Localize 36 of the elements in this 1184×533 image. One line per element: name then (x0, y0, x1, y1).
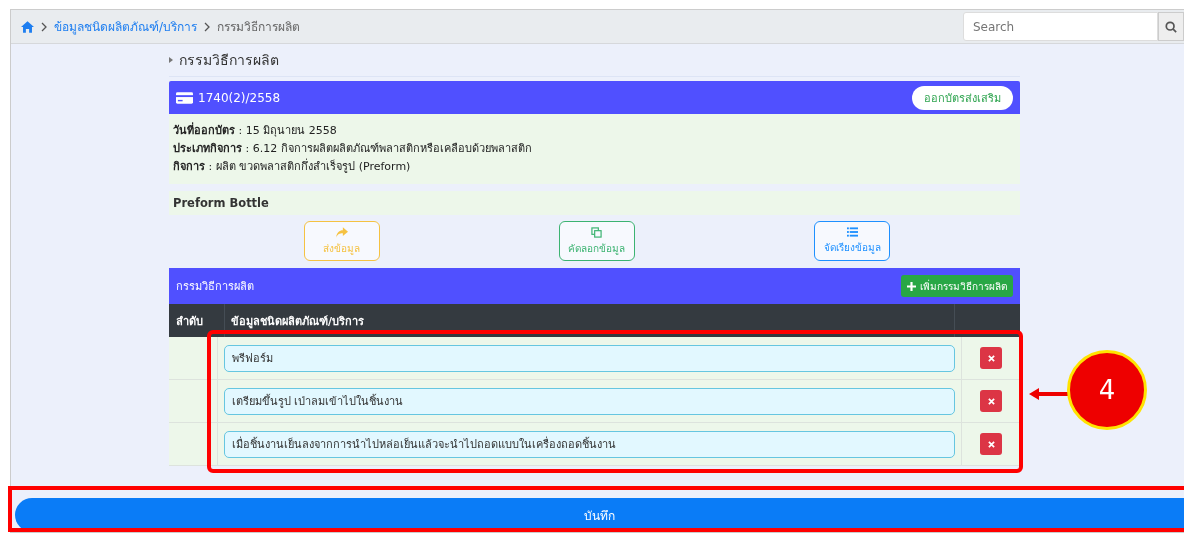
callout-arrow (1029, 388, 1069, 400)
chevron-icon (204, 21, 211, 32)
home-icon[interactable] (21, 20, 34, 33)
share-icon (335, 226, 348, 238)
product-name: Preform Bottle (169, 191, 1020, 215)
detail-line: วันที่ออกบัตร : 15 มิถุนายน 2558 (173, 122, 338, 139)
process-field[interactable]: พรีฟอร์ม (224, 344, 955, 372)
add-button[interactable]: เพิ่มกรรมวิธีการผลิต (901, 275, 1013, 297)
close-icon (987, 354, 995, 362)
detail-line: ประเภทกิจการ : 6.12 กิจการผลิตผลิตภัณฑ์พลาสติกหรือเคลือบด้วยพลาสติก (173, 141, 533, 157)
breadcrumb-current: กรรมวิธีการผลิต (217, 19, 301, 36)
close-icon (987, 397, 995, 405)
action-button[interactable]: จัดเรียงข้อมูล (814, 221, 891, 261)
card-number: 1740(2)/2558 (198, 90, 281, 105)
caret-icon (169, 57, 173, 63)
delete-button[interactable] (980, 347, 1002, 369)
card-icon (176, 91, 193, 104)
copy-icon (591, 226, 603, 238)
issue-card-button[interactable]: ออกบัตรส่งเสริม (912, 85, 1013, 110)
chevron-icon (41, 21, 47, 32)
plus-icon (907, 281, 916, 291)
process-field[interactable]: เตรียมขึ้นรูป เป่าลมเข้าไปในชิ้นงาน (224, 387, 955, 415)
process-field[interactable]: เมื่อชิ้นงานเย็นลงจากการนำไปหล่อเย็นแล้วจะนำไปถอดแบบในเครื่องถอดชิ้นงาน (224, 430, 955, 458)
list-icon (846, 227, 858, 237)
delete-button[interactable] (980, 390, 1002, 412)
section-title: กรรมวิธีการผลิต (179, 51, 279, 70)
table-title: กรรมวิธีการผลิต (176, 279, 254, 295)
breadcrumb-link[interactable]: ข้อมูลชนิดผลิตภัณฑ์/บริการ (54, 17, 198, 36)
action-button[interactable]: คัดลอกข้อมูล (559, 221, 635, 261)
search-field[interactable]: Search (963, 12, 1158, 41)
search-button[interactable] (1158, 12, 1184, 41)
column-header: ข้อมูลชนิดผลิตภัณฑ์/บริการ (230, 313, 366, 331)
detail-line: กิจการ : ผลิต ขวดพลาสติกกึ่งสำเร็จรูป (Preform) (173, 158, 412, 175)
search-icon (1165, 20, 1177, 33)
close-icon (987, 440, 995, 448)
delete-button[interactable] (980, 433, 1002, 455)
